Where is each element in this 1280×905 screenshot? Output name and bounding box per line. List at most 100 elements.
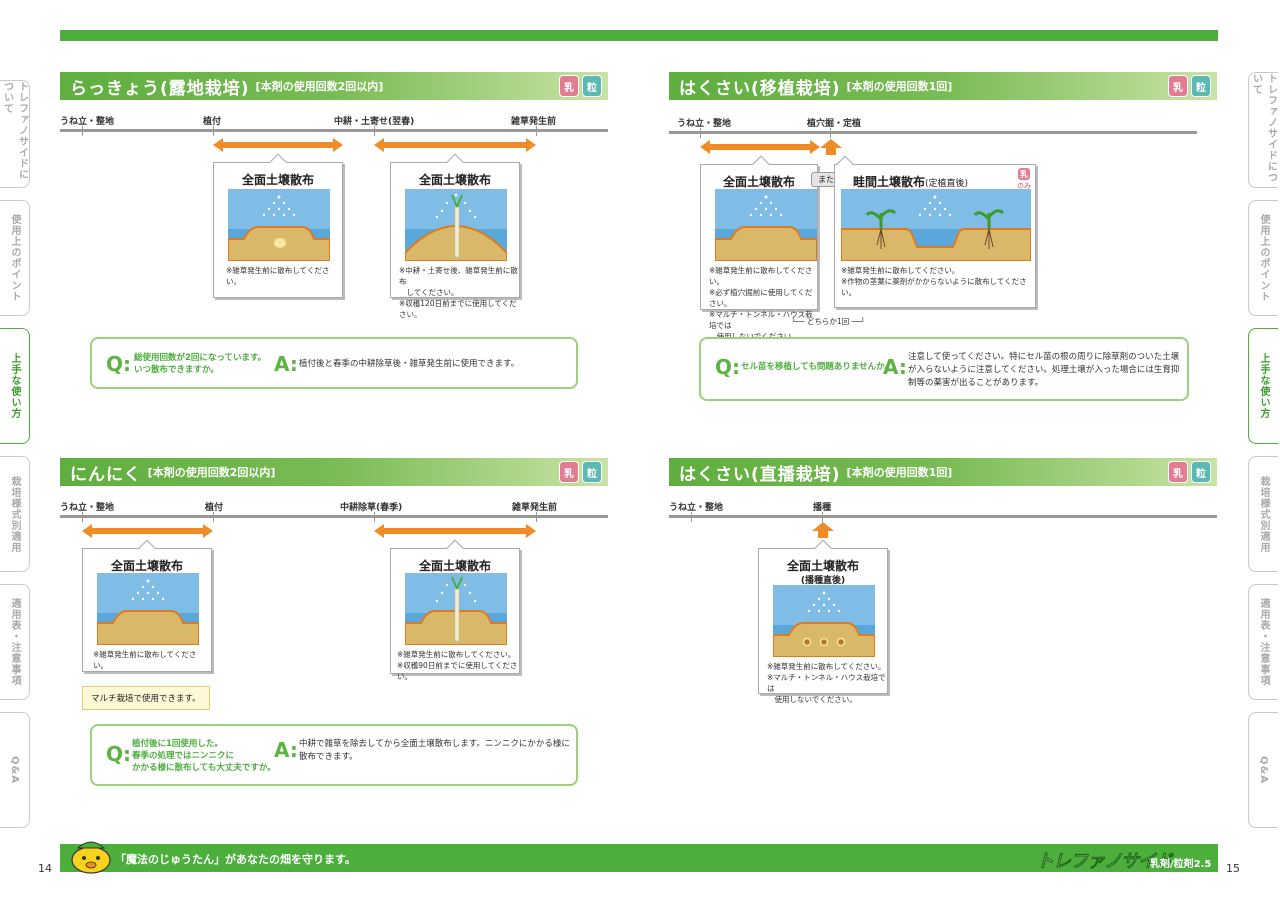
timeline-tick (82, 126, 83, 136)
timeline-tick (374, 126, 375, 136)
tab-table[interactable]: 適用表・注意事項 (1248, 584, 1278, 700)
application-card: 全面土壌散布 ※雑草発生前に散布してください。 ※必ず植穴掘前に使用してください… (700, 155, 818, 341)
card-title: 全面土壌散布 (241, 173, 314, 187)
card-note: ※雑草発生前に散布してください。 (226, 266, 330, 286)
timeline-tick (822, 512, 823, 522)
application-card: 全面土壌散布 (播種直後) ※雑草発生前に散布してください。 ※マルチ・トンネル… (758, 539, 888, 704)
tab-points[interactable]: 使用上のポイント (1248, 200, 1278, 316)
top-green-bar (60, 30, 1218, 41)
a-mark: A: (274, 738, 298, 762)
tab-cultivation[interactable]: 栽培様式別適用 (0, 456, 30, 572)
tab-usage[interactable]: 上手な使い方 (0, 328, 30, 444)
timeline-label: 中耕除草(春季) (340, 503, 403, 513)
card-note: ※雑草発生前に散布してください。 ※収穫90日前までに使用してください。 (397, 650, 518, 681)
answer-text: 注意して使ってください。特にセル苗の根の周りに除草剤のついた土壌 が入らないよう… (908, 352, 1180, 388)
emulsion-only-badge: 乳 のみ (1017, 167, 1031, 191)
timing-up-arrow (820, 139, 842, 155)
garlic-spray-illustration (405, 573, 507, 645)
timeline-tick (213, 512, 214, 522)
formulation-badges: 乳 粒 (1168, 75, 1211, 97)
question-text: 総使用回数が2回になっています。 いつ散布できますか。 (134, 353, 267, 375)
timeline-tick (700, 128, 701, 138)
document-spread: トレファノサイドについて 使用上のポイント 上手な使い方 栽培様式別適用 適用表… (0, 0, 1280, 905)
section-hakusai-direct: はくさい(直播栽培) [本剤の使用回数1回] 乳 粒 うね立・整地 播種 全面土… (669, 458, 1217, 704)
tab-points[interactable]: 使用上のポイント (0, 200, 30, 316)
mulch-note: マルチ栽培で使用できます。 (82, 686, 210, 710)
section-header: にんにく [本剤の使用回数2回以内] 乳 粒 (60, 458, 608, 486)
q-mark: Q: (106, 352, 131, 376)
a-mark: A: (883, 355, 907, 379)
timeline-tick (536, 126, 537, 136)
section-header: はくさい(直播栽培) [本剤の使用回数1回] 乳 粒 (669, 458, 1217, 486)
tab-cultivation[interactable]: 栽培様式別適用 (1248, 456, 1278, 572)
formulation-badges: 乳 粒 (559, 75, 602, 97)
tab-about[interactable]: トレファノサイドについて (1248, 72, 1278, 188)
ridge-spray-illustration (405, 189, 507, 261)
answer-text: 中耕で雑草を除去してから全面土壌散布します。ニンニクにかかる様に 散布できます。 (299, 739, 570, 762)
page-number-right: 15 (1226, 862, 1240, 875)
timeline-line (60, 129, 608, 132)
emulsion-badge-icon: 乳 (559, 75, 579, 97)
timeline-label: 雑草発生前 (511, 117, 557, 127)
either-label: └── どちらか1回 ──┘ (791, 317, 866, 326)
mascot-icon (71, 841, 111, 874)
timeline-label: 植付 (203, 117, 222, 127)
formulation-badges: 乳 粒 (1168, 461, 1211, 483)
timeline-tick (374, 512, 375, 522)
timeline-tick (82, 512, 83, 522)
qa-box: Q: セル苗を移植しても問題ありませんか。 A: 注意して使ってください。特にセ… (699, 337, 1189, 401)
tab-usage[interactable]: 上手な使い方 (1248, 328, 1278, 444)
tab-about[interactable]: トレファノサイドについて (0, 80, 30, 188)
soil-spray-illustration (228, 189, 330, 261)
application-card: 畦間土壌散布(定植直後) 乳 のみ ※雑草発生前に散布してください。 ※作物の茎… (834, 155, 1036, 308)
emulsion-badge-icon: 乳 (559, 461, 579, 483)
application-card: 全面土壌散布 ※中耕・土寄せ後、雑草発生前に散布 してください。 ※収穫120日… (390, 153, 520, 319)
section-subtitle: [本剤の使用回数1回] (846, 80, 953, 93)
tab-qa[interactable]: Q&A (0, 712, 30, 828)
section-header: はくさい(移植栽培) [本剤の使用回数1回] 乳 粒 (669, 72, 1217, 100)
period-arrow (374, 524, 536, 538)
section-subtitle: [本剤の使用回数2回以内] (255, 80, 384, 93)
section-subtitle: [本剤の使用回数1回] (846, 466, 953, 479)
inter-row-spray-illustration (841, 189, 1031, 261)
timeline-line (60, 515, 608, 518)
answer-text: 植付後と春季の中耕除草後・雑草発生前に使用できます。 (299, 359, 520, 369)
timeline-tick (536, 512, 537, 522)
emulsion-badge-icon: 乳 (1168, 461, 1188, 483)
qa-box: Q: 総使用回数が2回になっています。 いつ散布できますか。 A: 植付後と春季… (90, 337, 578, 389)
card-note: ※雑草発生前に散布してください。 ※マルチ・トンネル・ハウス栽培では 使用しない… (767, 662, 886, 704)
section-title: はくさい(移植栽培) (679, 78, 841, 99)
section-title: にんにく (70, 464, 142, 485)
emulsion-badge-icon: 乳 (1168, 75, 1188, 97)
tab-table[interactable]: 適用表・注意事項 (0, 584, 30, 700)
brand-subtitle: 乳剤/粒剤2.5 (1150, 859, 1212, 870)
application-card: 全面土壌散布 ※雑草発生前に散布してください。 (213, 153, 343, 298)
tab-qa[interactable]: Q&A (1248, 712, 1278, 828)
timeline-line (669, 131, 1197, 134)
period-arrow (213, 138, 343, 152)
application-card: 全面土壌散布 ※雑草発生前に散布してください。 (82, 539, 212, 672)
card-title: 全面土壌散布 (786, 559, 859, 573)
section-garlic: にんにく [本剤の使用回数2回以内] 乳 粒 うね立・整地 植付 中耕除草(春季… (60, 458, 608, 798)
card-title: 畦間土壌散布(定植直後) (853, 175, 969, 189)
qa-box: Q: 植付後に1回使用した。 春季の処理ではニンニクに かかる様に散布しても大丈… (90, 724, 578, 786)
period-arrow (82, 524, 213, 538)
section-hakusai-transplant: はくさい(移植栽培) [本剤の使用回数1回] 乳 粒 うね立・整地 植穴掘・定植… (669, 72, 1217, 402)
period-arrow (700, 140, 820, 154)
question-text: セル苗を移植しても問題ありませんか。 (741, 362, 893, 372)
card-note: ※雑草発生前に散布してください。 ※作物の茎葉に薬剤がかからないように散布してく… (841, 266, 1027, 297)
card-note: ※中耕・土寄せ後、雑草発生前に散布 してください。 ※収穫120日前までに使用し… (399, 266, 518, 319)
card-title: 全面土壌散布 (722, 175, 795, 189)
timeline-tick (830, 128, 831, 138)
timeline-label: 雑草発生前 (512, 503, 558, 513)
section-title: らっきょう(露地栽培) (70, 78, 250, 99)
granule-badge-icon: 粒 (1191, 461, 1211, 483)
section-rakkyo: らっきょう(露地栽培) [本剤の使用回数2回以内] 乳 粒 うね立・整地 植付 … (60, 72, 608, 402)
timeline-label: うね立・整地 (669, 503, 724, 513)
formulation-badges: 乳 粒 (559, 461, 602, 483)
q-mark: Q: (106, 742, 131, 766)
card-note: ※雑草発生前に散布してください。 (93, 650, 197, 670)
timeline-label: うね立・整地 (60, 117, 115, 127)
soil-spray-illustration (715, 189, 817, 261)
card-title: 全面土壌散布 (418, 559, 491, 573)
